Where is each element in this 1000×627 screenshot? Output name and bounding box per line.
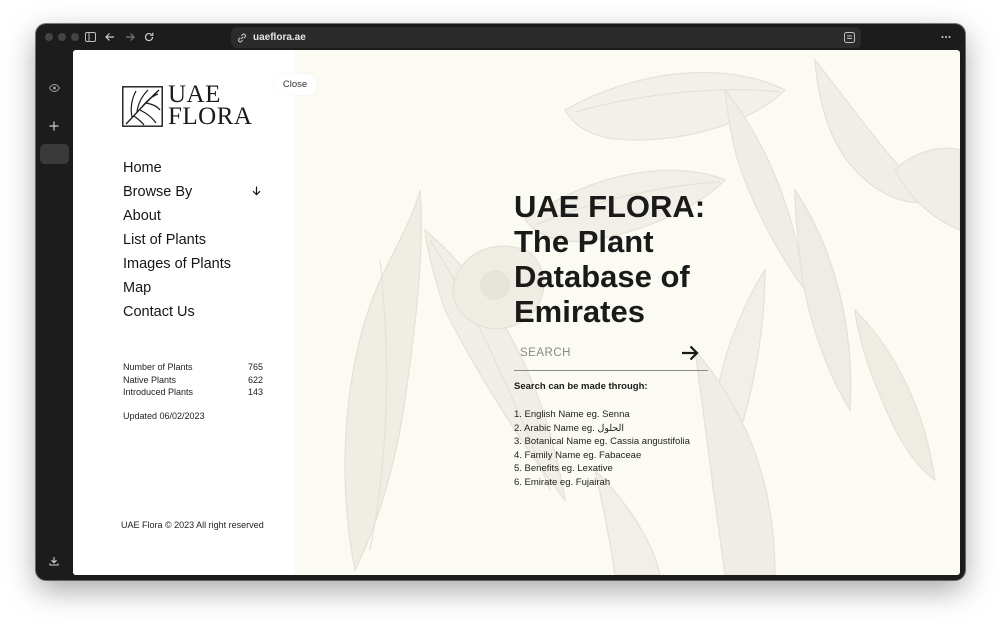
- eye-icon[interactable]: [46, 80, 62, 96]
- list-item: 1. English Name eg. Senna: [514, 409, 630, 420]
- sidebar-toggle-icon[interactable]: [82, 29, 98, 45]
- logo-line-2: FLORA: [168, 103, 253, 130]
- window-zoom-dot[interactable]: [71, 33, 79, 41]
- nav-item-label: Contact Us: [123, 304, 195, 320]
- back-arrow-icon[interactable]: [102, 29, 118, 45]
- updated-date: Updated 06/02/2023: [123, 410, 205, 421]
- list-item: 6. Emirate eg. Fujairah: [514, 476, 611, 488]
- nav-item-contact-us[interactable]: Contact Us: [123, 300, 263, 324]
- search-options-list: 1. English Name eg. Senna 2. Arabic Name…: [514, 408, 690, 490]
- site-logo[interactable]: UAE FLORA: [122, 82, 253, 130]
- nav-item-browse-by[interactable]: Browse By: [123, 180, 263, 204]
- nav-item-label: Home: [123, 160, 162, 176]
- window-close-dot[interactable]: [45, 33, 53, 41]
- nav-item-label: Images of Plants: [123, 256, 231, 272]
- close-menu-button[interactable]: Close: [273, 74, 317, 95]
- window-minimize-dot[interactable]: [58, 33, 66, 41]
- list-item: 4. Family Name eg. Fabaceae: [514, 449, 642, 461]
- stat-row: Introduced Plants 143: [123, 386, 263, 399]
- logo-wordmark: UAE FLORA: [168, 82, 253, 130]
- main-navigation: Home Browse By About List of Plants Imag…: [123, 156, 263, 324]
- nav-item-home[interactable]: Home: [123, 156, 263, 180]
- hero-heading: UAE FLORA: The Plant Database of Emirate…: [514, 189, 774, 329]
- nav-item-list-of-plants[interactable]: List of Plants: [123, 228, 263, 252]
- leaf-logo-icon: [122, 85, 163, 127]
- page-title: UAE FLORA: The Plant Database of Emirate…: [514, 189, 774, 329]
- nav-item-label: Browse By: [123, 184, 193, 200]
- plant-stats: Number of Plants 765 Native Plants 622 Int…: [123, 361, 263, 421]
- nav-item-images-of-plants[interactable]: Images of Plants: [123, 252, 263, 276]
- stat-label: Introduced Plants: [123, 387, 194, 397]
- stat-label: Number of Plants: [123, 362, 193, 372]
- stat-row: Number of Plants 765: [123, 361, 263, 374]
- stat-value: 622: [247, 374, 263, 385]
- title-line: UAE FLORA:: [514, 189, 706, 224]
- search-bar: [514, 340, 708, 371]
- search-help-heading: Search can be made through:: [514, 381, 648, 392]
- address-bar[interactable]: uaeflora.ae: [231, 27, 861, 48]
- list-item: 2. Arabic Name eg. الحلول: [514, 422, 625, 434]
- active-tab-thumbnail[interactable]: [40, 144, 69, 164]
- site-link-icon: [237, 33, 247, 43]
- nav-item-label: Map: [123, 280, 152, 296]
- more-options-icon[interactable]: [938, 29, 954, 45]
- list-item: 5. Benefits eg. Lexative: [514, 463, 613, 475]
- stat-label: Native Plants: [123, 374, 177, 385]
- arrow-down-icon[interactable]: [252, 180, 261, 204]
- nav-item-label: About: [123, 208, 161, 224]
- reader-mode-icon[interactable]: [844, 32, 855, 43]
- address-bar-url: uaeflora.ae: [253, 32, 306, 43]
- nav-item-about[interactable]: About: [123, 204, 263, 228]
- search-input[interactable]: [514, 340, 670, 366]
- side-menu-panel: UAE FLORA Home Browse By About List of P…: [73, 50, 295, 575]
- browser-titlebar: uaeflora.ae: [36, 24, 965, 50]
- search-submit-arrow-icon[interactable]: [680, 343, 702, 365]
- browser-window: uaeflora.ae UAE FLORA Home Browse By Abo…: [36, 24, 965, 580]
- title-line: The Plant: [514, 224, 654, 259]
- forward-arrow-icon[interactable]: [122, 29, 138, 45]
- stat-value: 143: [247, 387, 263, 397]
- stat-value: 765: [247, 362, 263, 372]
- reload-icon[interactable]: [141, 29, 157, 45]
- title-line: Database of: [514, 259, 690, 294]
- stat-row: Native Plants 622: [123, 374, 263, 387]
- new-tab-plus-icon[interactable]: [46, 118, 62, 134]
- title-line: Emirates: [514, 294, 645, 329]
- download-icon[interactable]: [46, 553, 62, 569]
- browser-sidebar-rail: [36, 50, 73, 580]
- nav-item-label: List of Plants: [123, 232, 207, 248]
- list-item: 3. Botanical Name eg. Cassia angustifoli…: [514, 436, 690, 448]
- page-viewport: UAE FLORA Home Browse By About List of P…: [73, 50, 960, 575]
- footer-copyright: UAE Flora © 2023 All right reserved: [121, 520, 264, 530]
- nav-item-map[interactable]: Map: [123, 276, 263, 300]
